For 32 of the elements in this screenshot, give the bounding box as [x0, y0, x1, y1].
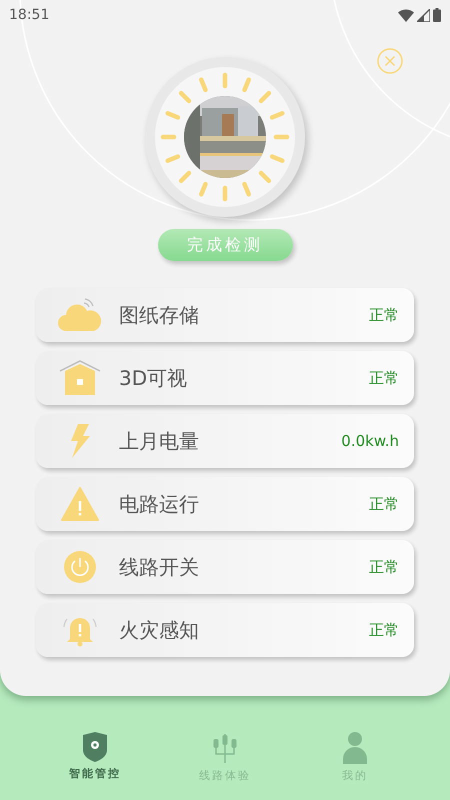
- status-row[interactable]: 线路开关 正常: [36, 540, 414, 594]
- house-icon: [59, 360, 101, 396]
- status-row[interactable]: 上月电量 0.0kw.h: [36, 414, 414, 468]
- battery-icon: [433, 8, 441, 22]
- person-icon: [343, 732, 367, 764]
- row-status: 正常: [369, 556, 399, 578]
- row-label: 火灾感知: [119, 617, 200, 644]
- nav-tab[interactable]: 智能管控: [45, 732, 145, 784]
- status-row[interactable]: 电路运行 正常: [36, 477, 414, 531]
- circuit-icon: [213, 732, 237, 764]
- row-status: 正常: [369, 620, 399, 641]
- warning-icon: [61, 487, 99, 521]
- row-label: 3D可视: [119, 365, 188, 392]
- cloud-icon: [58, 297, 102, 333]
- row-label: 线路开关: [119, 554, 200, 581]
- status-row[interactable]: 图纸存储 正常: [36, 288, 414, 342]
- status-row[interactable]: 火灾感知 正常: [36, 603, 414, 657]
- power-icon: [63, 550, 97, 584]
- lightning-icon: [69, 424, 91, 458]
- status-row[interactable]: 3D可视 正常: [36, 351, 414, 405]
- row-status: 正常: [369, 304, 399, 326]
- row-status: 正常: [369, 494, 399, 515]
- row-status: 0.0kw.h: [341, 430, 399, 452]
- shield-icon: [82, 732, 108, 762]
- row-label: 图纸存储: [119, 302, 200, 329]
- row-label: 上月电量: [119, 428, 200, 455]
- wifi-icon: [398, 8, 414, 22]
- row-label: 电路运行: [119, 491, 200, 518]
- signal-icon: [417, 8, 430, 22]
- status-time: 18:51: [9, 6, 50, 24]
- row-status: 正常: [369, 368, 399, 389]
- close-icon[interactable]: [377, 48, 403, 74]
